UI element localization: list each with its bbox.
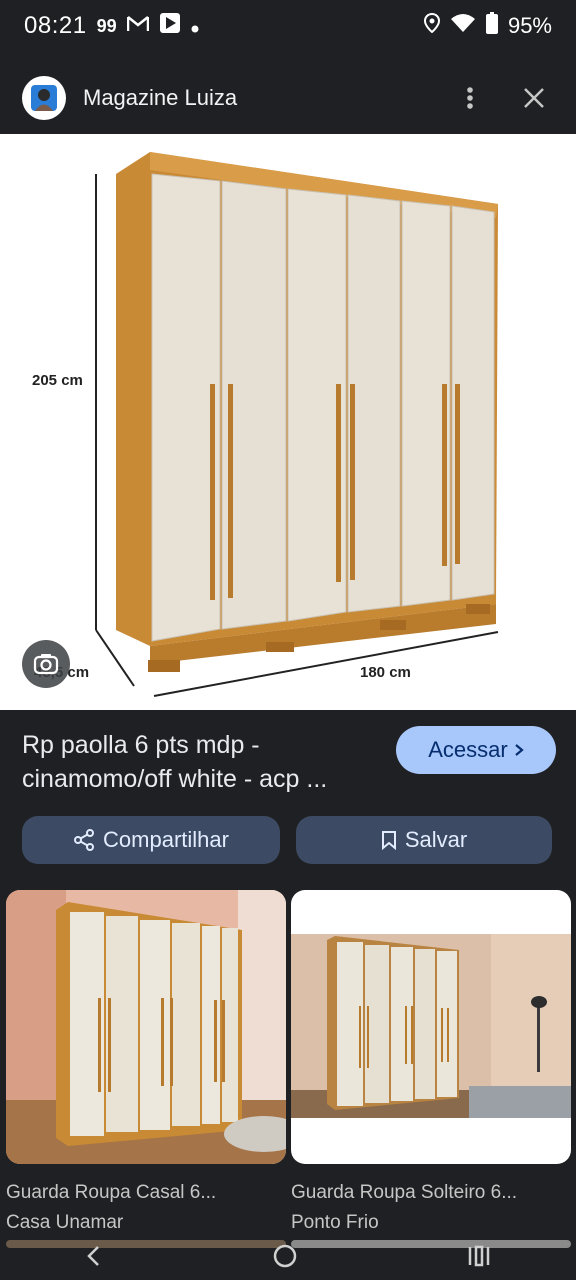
share-label: Compartilhar: [103, 827, 229, 852]
product-title-line2: cinamomo/off white - acp ...: [22, 765, 328, 793]
recents-icon: [469, 1245, 490, 1266]
wardrobe-illustration: [95, 152, 499, 697]
back-icon: [86, 1245, 99, 1266]
related-source: Casa Unamar: [6, 1212, 124, 1233]
share-button[interactable]: Compartilhar: [22, 816, 280, 864]
related-card[interactable]: Guarda Roupa Casal 6... Casa Unamar: [6, 890, 286, 1234]
share-icon: [74, 829, 95, 851]
notification-count: 99: [96, 15, 117, 36]
status-right: 95%: [423, 12, 552, 40]
close-icon: [524, 88, 544, 108]
related-thumbnail[interactable]: [6, 890, 286, 1164]
product-image[interactable]: 205 cm 48,5 cm 180 cm: [0, 134, 576, 710]
lens-search-button[interactable]: [22, 640, 70, 688]
chevron-right-icon: [515, 744, 524, 756]
home-button[interactable]: [271, 1242, 299, 1275]
location-icon: [423, 12, 440, 39]
camera-lens-icon: [33, 654, 59, 675]
home-icon: [273, 1244, 297, 1267]
wardrobe-bedroom-photo: [291, 890, 571, 1164]
product-info: Rp paolla 6 pts mdp - cinamomo/off white…: [22, 728, 382, 796]
battery-icon: [485, 12, 498, 40]
related-title: Guarda Roupa Casal 6...: [6, 1182, 217, 1203]
visit-label: Acessar: [428, 737, 508, 762]
status-left: 08:21 99: [24, 12, 199, 40]
status-bar: 08:21 99 95%: [0, 0, 576, 52]
related-title: Guarda Roupa Solteiro 6...: [291, 1182, 518, 1203]
visit-button[interactable]: Acessar: [396, 726, 556, 774]
gmail-icon: [126, 13, 149, 39]
close-button[interactable]: [514, 78, 554, 118]
dot-icon: [191, 13, 199, 39]
battery-percent: 95%: [507, 13, 552, 38]
wifi-icon: [450, 13, 476, 39]
back-button[interactable]: [84, 1244, 104, 1273]
site-name: Magazine Luiza: [83, 85, 238, 110]
play-store-icon: [159, 12, 181, 40]
width-dimension-label: 180 cm: [360, 664, 411, 681]
more-options-button[interactable]: [450, 78, 490, 118]
related-thumbnail[interactable]: [291, 890, 571, 1164]
status-time: 08:21: [24, 12, 87, 39]
more-vert-icon: [467, 87, 473, 109]
height-dimension-label: 205 cm: [32, 372, 83, 389]
save-label: Salvar: [404, 827, 468, 852]
site-logo-icon: [31, 85, 57, 111]
related-card[interactable]: Guarda Roupa Solteiro 6... Ponto Frio: [291, 890, 571, 1234]
save-button[interactable]: Salvar: [296, 816, 552, 864]
recents-button[interactable]: [466, 1244, 492, 1273]
wardrobe-room-photo: [6, 890, 286, 1164]
app-header: Magazine Luiza: [0, 62, 576, 134]
bookmark-icon: [381, 831, 396, 850]
site-avatar[interactable]: [22, 76, 66, 120]
system-nav-bar: [0, 1236, 576, 1280]
product-title[interactable]: Rp paolla 6 pts mdp - cinamomo/off white…: [22, 728, 382, 796]
related-source: Ponto Frio: [291, 1212, 379, 1233]
product-title-line1: Rp paolla 6 pts mdp -: [22, 731, 260, 759]
